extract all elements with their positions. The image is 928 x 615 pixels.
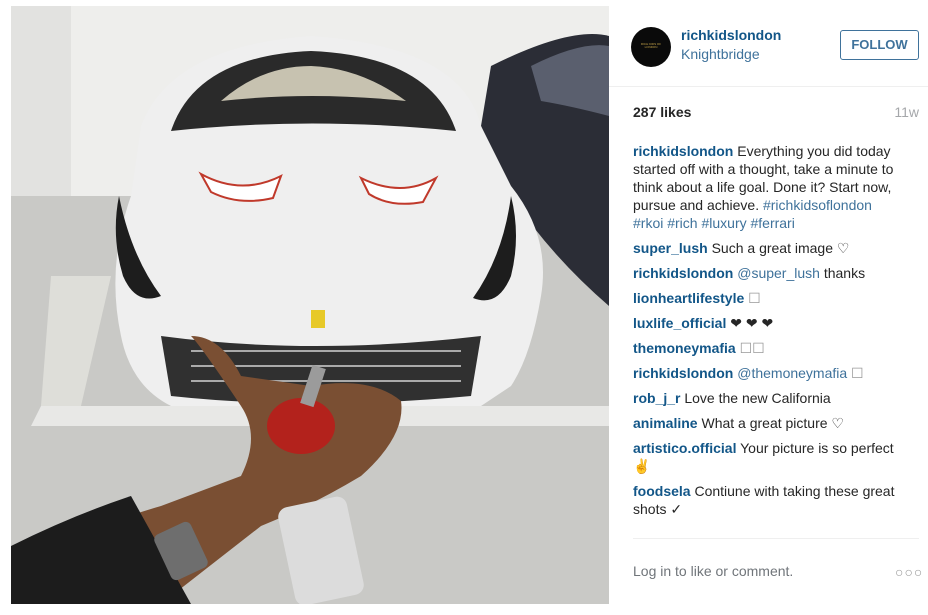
comment-text: ☐ xyxy=(744,290,761,306)
avatar[interactable]: RICH KIDS OF LONDON xyxy=(631,27,671,67)
comment-username[interactable]: foodsela xyxy=(633,483,691,499)
comment: lionheartlifestyle ☐ xyxy=(633,289,901,307)
comment-text: ☐ xyxy=(847,365,864,381)
comments-list: richkidslondon Everything you did today … xyxy=(633,142,901,525)
post-header: RICH KIDS OF LONDON richkidslondon Knigh… xyxy=(609,6,928,87)
comment-username[interactable]: lionheartlifestyle xyxy=(633,290,744,306)
post-side-panel: RICH KIDS OF LONDON richkidslondon Knigh… xyxy=(609,6,928,615)
divider xyxy=(633,538,919,539)
location-link[interactable]: Knightbridge xyxy=(681,46,760,62)
comment: rob_j_r Love the new California xyxy=(633,389,901,407)
post-photo[interactable] xyxy=(11,6,609,604)
comment-mention[interactable]: @themoneymafia xyxy=(733,365,847,381)
comment-username[interactable]: rob_j_r xyxy=(633,390,680,406)
comment: artistico.official Your picture is so pe… xyxy=(633,439,901,475)
comment-username[interactable]: super_lush xyxy=(633,240,708,256)
caption-username[interactable]: richkidslondon xyxy=(633,143,733,159)
comment-username[interactable]: richkidslondon xyxy=(633,265,733,281)
comment: super_lush Such a great image ♡ xyxy=(633,239,901,257)
comment: animaline What a great picture ♡ xyxy=(633,414,901,432)
comment-text: ❤ ❤ ❤ xyxy=(726,315,774,331)
comment: foodsela Contiune with taking these grea… xyxy=(633,482,901,518)
caption: richkidslondon Everything you did today … xyxy=(633,142,901,232)
comment: richkidslondon @super_lush thanks xyxy=(633,264,901,282)
login-link[interactable]: Log in to like or comment. xyxy=(633,563,793,579)
username-link[interactable]: richkidslondon xyxy=(681,27,781,43)
comment: luxlife_official ❤ ❤ ❤ xyxy=(633,314,901,332)
follow-button[interactable]: FOLLOW xyxy=(840,30,919,60)
likes-row: 287 likes 11w xyxy=(633,104,919,124)
comment-username[interactable]: themoneymafia xyxy=(633,340,736,356)
ferrari-photo-illustration xyxy=(11,6,609,604)
comment-mention[interactable]: @super_lush xyxy=(733,265,820,281)
comment-username[interactable]: artistico.official xyxy=(633,440,736,456)
comment-text: ☐☐ xyxy=(735,340,765,356)
comment-username[interactable]: animaline xyxy=(633,415,698,431)
comment-text: Such a great image ♡ xyxy=(707,240,850,256)
more-options-icon[interactable]: ○○○ xyxy=(895,564,923,580)
comment-text: Love the new California xyxy=(680,390,831,406)
comment: richkidslondon @themoneymafia ☐ xyxy=(633,364,901,382)
avatar-logo-text: RICH KIDS OF LONDON xyxy=(640,42,662,49)
comment-username[interactable]: luxlife_official xyxy=(633,315,726,331)
comment-username[interactable]: richkidslondon xyxy=(633,365,733,381)
comment-text: What a great picture ♡ xyxy=(697,415,844,431)
comment-text: thanks xyxy=(819,265,866,281)
post-age[interactable]: 11w xyxy=(894,104,919,120)
likes-count[interactable]: 287 likes xyxy=(633,104,691,120)
comment: themoneymafia ☐☐ xyxy=(633,339,901,357)
